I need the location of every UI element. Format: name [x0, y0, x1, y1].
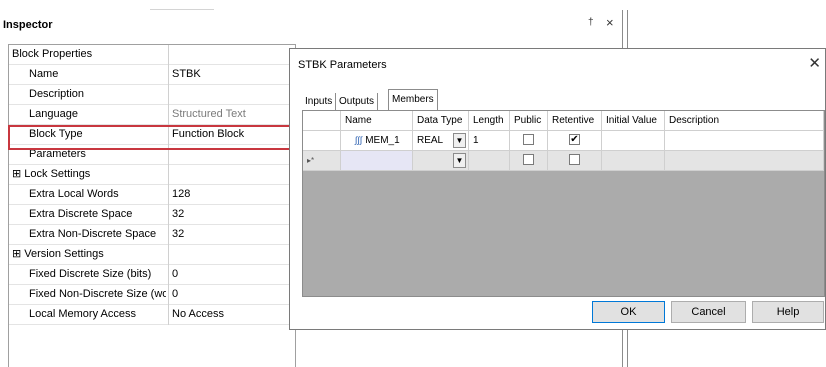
property-row[interactable]: Extra Local Words 128 [9, 185, 295, 205]
cell-length[interactable]: 1 [469, 131, 510, 151]
retentive-checkbox[interactable] [569, 153, 580, 165]
property-value[interactable] [168, 165, 298, 185]
property-value[interactable]: 32 [168, 225, 298, 245]
property-row[interactable]: Name STBK [9, 65, 295, 85]
property-row[interactable]: Local Memory Access No Access [9, 305, 295, 325]
tab-inputs[interactable]: Inputs [302, 93, 337, 111]
parameters-dialog: STBK Parameters ✕ Inputs Outputs Members… [289, 48, 826, 330]
tab-outputs[interactable]: Outputs [336, 93, 379, 111]
retentive-checkbox[interactable]: ✔ [569, 133, 580, 145]
property-name: Description [29, 88, 85, 100]
cell-description[interactable] [665, 131, 824, 151]
property-value[interactable] [168, 45, 298, 65]
new-row-marker[interactable]: ▸* [303, 151, 341, 171]
public-checkbox[interactable] [523, 133, 534, 145]
help-button[interactable]: Help [752, 301, 824, 323]
close-icon[interactable]: × [606, 15, 614, 30]
property-name: Fixed Non-Discrete Size (words [29, 288, 166, 300]
close-icon[interactable]: ✕ [808, 54, 821, 72]
property-value[interactable] [168, 85, 298, 105]
property-value[interactable]: Structured Text [168, 105, 298, 125]
col-header-name[interactable]: Name [341, 111, 413, 131]
new-cell-data-type[interactable]: ▼ [413, 151, 469, 171]
property-row[interactable]: Description [9, 85, 295, 105]
property-value[interactable]: 32 [168, 205, 298, 225]
property-row[interactable]: Fixed Non-Discrete Size (words0 [9, 285, 295, 305]
new-cell-name[interactable] [341, 151, 413, 171]
new-row: ▸* ▼ [303, 151, 824, 171]
table-row: ∫∫∫ MEM_1 REAL ▼ 1 ✔ [303, 131, 824, 151]
new-cell-retentive[interactable] [548, 151, 602, 171]
col-header-public[interactable]: Public [510, 111, 548, 131]
col-header-retentive[interactable]: Retentive [548, 111, 602, 131]
pin-icon[interactable]: † [588, 17, 594, 28]
chevron-down-icon[interactable]: ▼ [453, 133, 466, 148]
property-name: Extra Local Words [29, 188, 119, 200]
col-header-length[interactable]: Length [469, 111, 510, 131]
tab-members[interactable]: Members [388, 89, 438, 111]
cell-name[interactable]: ∫∫∫ MEM_1 [341, 131, 413, 151]
member-variable-icon: ∫∫∫ [355, 135, 363, 145]
highlight-box [8, 125, 294, 150]
new-cell-length[interactable] [469, 151, 510, 171]
property-row[interactable]: Block Properties [9, 45, 295, 65]
property-row[interactable]: Extra Discrete Space 32 [9, 205, 295, 225]
chevron-down-icon[interactable]: ▼ [453, 153, 466, 168]
cancel-button[interactable]: Cancel [671, 301, 746, 323]
ok-button[interactable]: OK [592, 301, 665, 323]
property-row[interactable]: Language Structured Text [9, 105, 295, 125]
col-header-description[interactable]: Description [665, 111, 824, 131]
cell-retentive[interactable]: ✔ [548, 131, 602, 151]
property-name: Fixed Discrete Size (bits) [29, 268, 152, 280]
property-value[interactable]: 0 [168, 285, 298, 305]
property-name: Extra Non-Discrete Space [29, 228, 157, 240]
property-name: ⊞ Version Settings [12, 248, 104, 260]
row-header-corner [303, 111, 341, 131]
property-name: Language [29, 108, 78, 120]
property-name: Block Properties [12, 48, 93, 60]
public-checkbox[interactable] [523, 153, 534, 165]
col-header-initial-value[interactable]: Initial Value [602, 111, 665, 131]
member-data-type: REAL [417, 135, 444, 146]
new-cell-initial-value[interactable] [602, 151, 665, 171]
members-grid: Name Data Type Length Public Retentive I… [302, 110, 825, 297]
row-header[interactable] [303, 131, 341, 151]
property-value[interactable]: No Access [168, 305, 298, 325]
cell-data-type[interactable]: REAL ▼ [413, 131, 469, 151]
dialog-title: STBK Parameters [298, 59, 387, 71]
property-grid: Block Properties Name STBK Description Langu… [8, 44, 296, 367]
col-header-data-type[interactable]: Data Type [413, 111, 469, 131]
property-name: Local Memory Access [29, 308, 136, 320]
property-row[interactable]: ⊞ Version Settings [9, 245, 295, 265]
grid-header: Name Data Type Length Public Retentive I… [303, 111, 824, 131]
property-value[interactable]: 128 [168, 185, 298, 205]
property-row[interactable]: Fixed Discrete Size (bits) 0 [9, 265, 295, 285]
property-row[interactable]: ⊞ Lock Settings [9, 165, 295, 185]
property-value[interactable] [168, 245, 298, 265]
property-row[interactable]: Extra Non-Discrete Space 32 [9, 225, 295, 245]
property-value[interactable]: STBK [168, 65, 298, 85]
member-name: MEM_1 [365, 135, 400, 146]
cell-initial-value[interactable] [602, 131, 665, 151]
new-cell-public[interactable] [510, 151, 548, 171]
property-name: Extra Discrete Space [29, 208, 133, 220]
property-name: ⊞ Lock Settings [12, 168, 91, 180]
top-tab-strip [150, 0, 214, 10]
property-value[interactable]: 0 [168, 265, 298, 285]
cell-public[interactable] [510, 131, 548, 151]
new-cell-description[interactable] [665, 151, 824, 171]
property-name: Name [29, 68, 59, 80]
inspector-title: Inspector [3, 19, 53, 31]
